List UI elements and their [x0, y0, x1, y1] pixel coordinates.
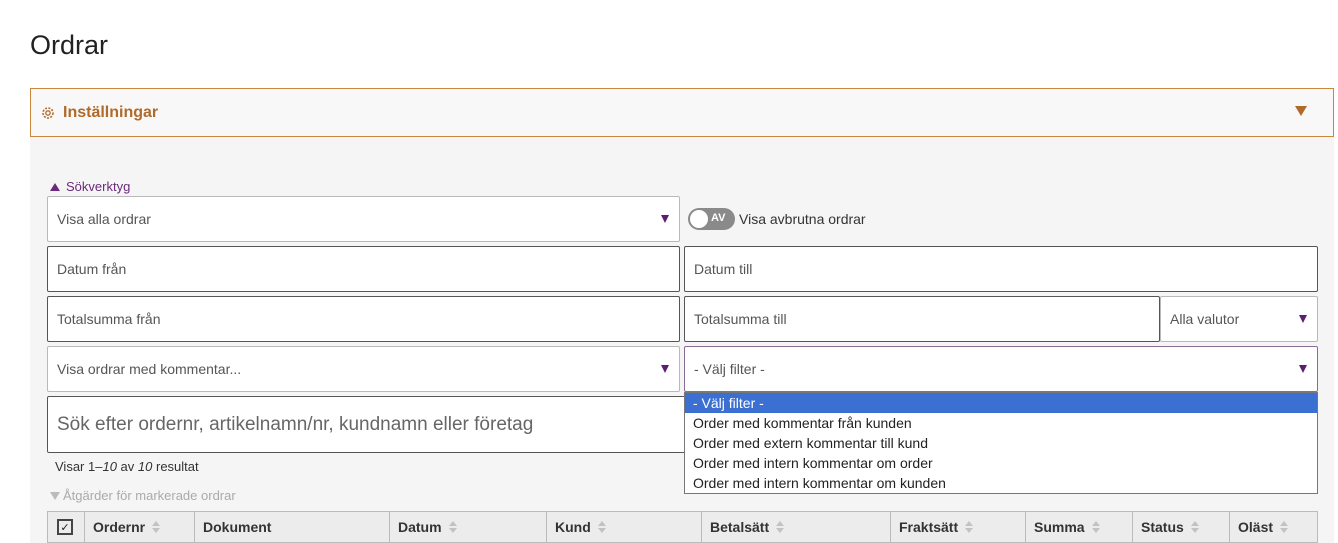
column-label: Dokument	[203, 519, 272, 535]
date-to-placeholder: Datum till	[694, 261, 753, 277]
column-datum[interactable]: Datum	[390, 512, 547, 542]
column-label: Ordernr	[93, 519, 146, 535]
filter-option[interactable]: Order med intern kommentar om kunden	[685, 473, 1317, 493]
column-kund[interactable]: Kund	[547, 512, 702, 542]
caret-down-icon	[1299, 315, 1307, 323]
comment-filter-value: Visa ordrar med kommentar...	[57, 361, 242, 377]
column-label: Oläst	[1238, 519, 1274, 535]
date-from-placeholder: Datum från	[57, 261, 127, 277]
search-tools-toggle[interactable]: Sökverktyg	[50, 179, 130, 194]
column-label: Status	[1141, 519, 1184, 535]
checkbox-icon[interactable]: ✓	[57, 519, 73, 535]
caret-down-icon	[661, 365, 669, 373]
currency-value: Alla valutor	[1170, 311, 1240, 327]
caret-down-icon	[661, 215, 669, 223]
filter-select[interactable]: - Välj filter -	[684, 346, 1318, 392]
bulk-actions-label: Åtgärder för markerade ordrar	[63, 488, 236, 503]
search-tools-label: Sökverktyg	[66, 179, 131, 194]
total-from-placeholder: Totalsumma från	[57, 311, 161, 327]
settings-label: Inställningar	[63, 103, 159, 121]
total-from-input[interactable]: Totalsumma från	[47, 296, 680, 342]
toggle-state: AV	[711, 212, 726, 224]
results-total: 10	[137, 459, 153, 474]
order-filter-value: Visa alla ordrar	[57, 211, 151, 227]
sort-icon	[1190, 521, 1199, 533]
column-status[interactable]: Status	[1133, 512, 1230, 542]
results-prefix: Visar 1–	[55, 459, 103, 474]
column-label: Fraktsätt	[899, 519, 959, 535]
gear-icon	[39, 104, 57, 122]
sort-icon	[1280, 521, 1289, 533]
chevron-down-icon[interactable]	[1295, 106, 1307, 116]
triangle-down-icon	[50, 491, 60, 500]
order-filter-select[interactable]: Visa alla ordrar	[47, 196, 680, 242]
results-shown: 10	[102, 459, 117, 474]
column-dokument[interactable]: Dokument	[195, 512, 390, 542]
column-betalsatt[interactable]: Betalsätt	[702, 512, 891, 542]
cancelled-orders-label: Visa avbrutna ordrar	[739, 211, 866, 227]
results-count: Visar 1–10 av 10 resultat	[55, 459, 199, 474]
column-olast[interactable]: Oläst	[1230, 512, 1317, 542]
results-suffix: resultat	[152, 459, 199, 474]
total-to-input[interactable]: Totalsumma till	[684, 296, 1160, 342]
bulk-actions-toggle[interactable]: Åtgärder för markerade ordrar	[50, 488, 236, 503]
date-from-input[interactable]: Datum från	[47, 246, 680, 292]
column-label: Betalsätt	[710, 519, 770, 535]
total-to-placeholder: Totalsumma till	[694, 311, 787, 327]
column-ordernr[interactable]: Ordernr	[85, 512, 195, 542]
cancelled-orders-toggle[interactable]: AV	[688, 208, 735, 230]
select-all-column[interactable]: ✓	[48, 512, 85, 542]
sort-icon	[776, 521, 785, 533]
currency-select[interactable]: Alla valutor	[1160, 296, 1318, 342]
orders-table-header: ✓ Ordernr Dokument Datum Kund Betalsätt …	[47, 511, 1318, 543]
filter-option[interactable]: - Välj filter -	[685, 393, 1317, 413]
filter-select-value: - Välj filter -	[694, 361, 765, 377]
comment-filter-select[interactable]: Visa ordrar med kommentar...	[47, 346, 680, 392]
column-label: Kund	[555, 519, 591, 535]
date-to-input[interactable]: Datum till	[684, 246, 1318, 292]
sort-icon	[448, 521, 457, 533]
sort-icon	[1091, 521, 1100, 533]
search-placeholder: Sök efter ordernr, artikelnamn/nr, kundn…	[57, 413, 534, 435]
column-fraktsatt[interactable]: Fraktsätt	[891, 512, 1026, 542]
settings-panel-header[interactable]: Inställningar	[30, 88, 1334, 137]
sort-icon	[965, 521, 974, 533]
filter-option[interactable]: Order med kommentar från kunden	[685, 413, 1317, 433]
page-title: Ordrar	[30, 30, 109, 60]
caret-down-icon	[1299, 365, 1307, 373]
sort-icon	[597, 521, 606, 533]
results-middle: av	[116, 459, 138, 474]
toggle-knob	[690, 210, 708, 228]
column-label: Summa	[1034, 519, 1085, 535]
triangle-up-icon	[50, 182, 60, 191]
filter-option[interactable]: Order med intern kommentar om order	[685, 453, 1317, 473]
filter-dropdown-list: - Välj filter - Order med kommentar från…	[684, 392, 1318, 494]
sort-icon	[152, 521, 161, 533]
filter-option[interactable]: Order med extern kommentar till kund	[685, 433, 1317, 453]
column-summa[interactable]: Summa	[1026, 512, 1133, 542]
column-label: Datum	[398, 519, 442, 535]
search-input[interactable]: Sök efter ordernr, artikelnamn/nr, kundn…	[47, 396, 687, 453]
